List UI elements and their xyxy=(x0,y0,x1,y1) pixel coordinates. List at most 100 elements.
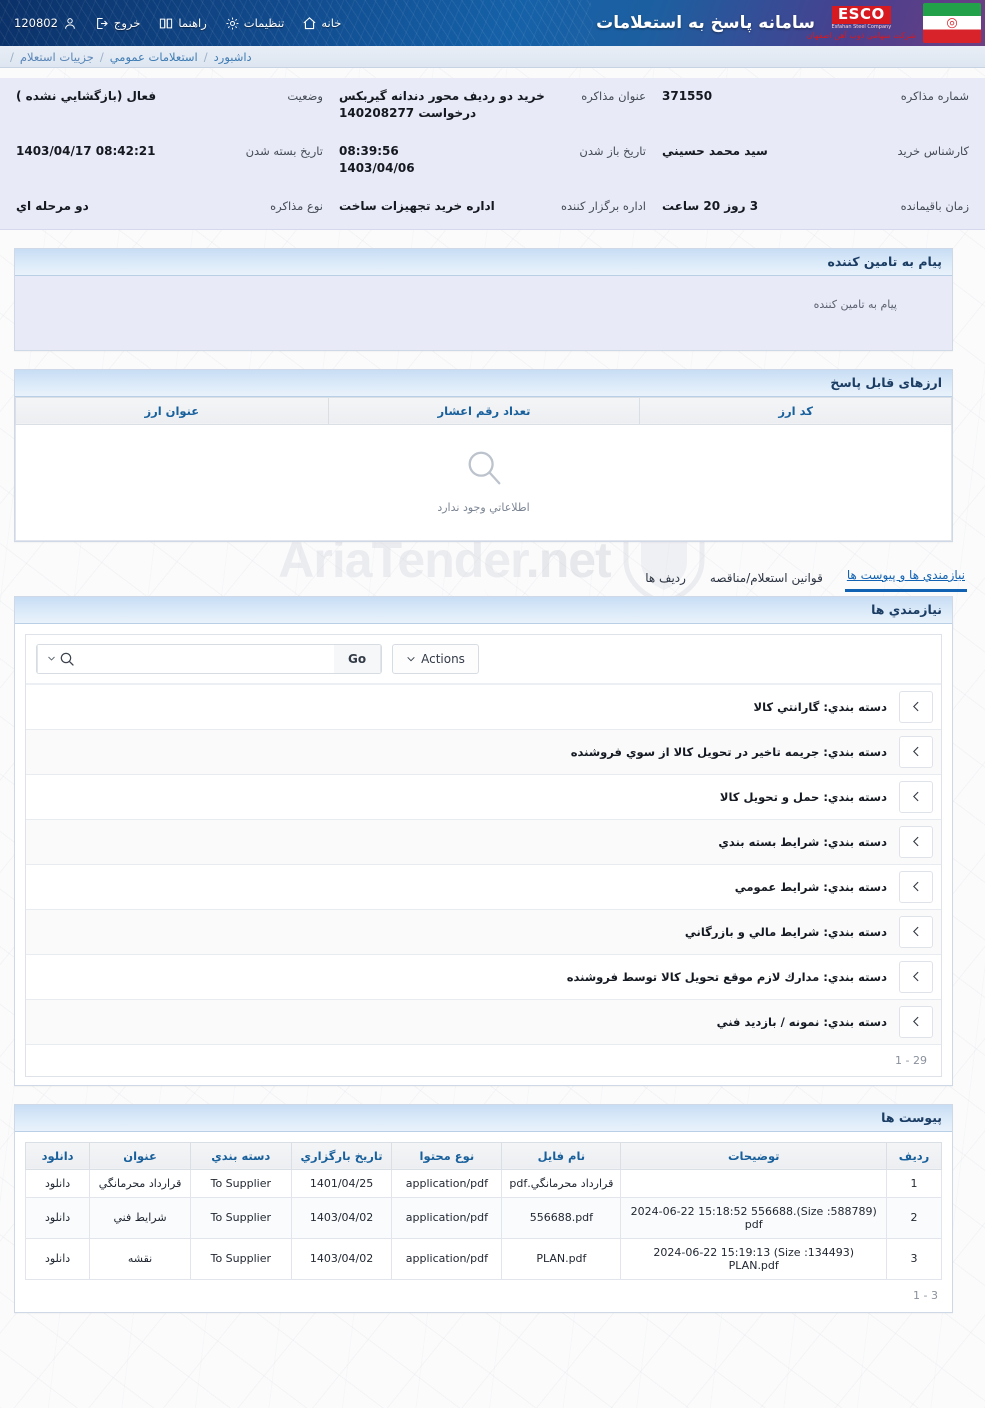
actions-button-label: Actions xyxy=(421,651,465,666)
top-navigation: خانه تنظیمات راهنما خروج 120802 xyxy=(0,0,350,46)
expand-toggle-button[interactable] xyxy=(899,960,933,993)
list-item[interactable]: دسته بندي: شرایط مالي و بازرگاني xyxy=(26,909,941,955)
search-input[interactable] xyxy=(84,644,334,673)
currencies-col-code: کد ارز xyxy=(639,396,952,425)
requirements-panel-title: نیازمندي ها xyxy=(871,602,942,618)
requirements-panel-header: نیازمندي ها xyxy=(15,596,952,624)
nav-logout-label: خروج xyxy=(113,16,141,30)
table-row: 2 2024-06-22 15:18:52 556688.(Size :5887… xyxy=(24,1196,942,1239)
app-header: ◎ ESCO Esfahan Steel Company شرکت سهامي … xyxy=(0,0,985,46)
nav-item-logout[interactable]: خروج xyxy=(85,12,149,35)
message-panel-header: پیام به تامین کننده xyxy=(15,248,952,276)
requirements-pagination: 29 - 1 xyxy=(26,1044,941,1076)
currencies-panel: ارزهای قابل پاسخ کد ارز تعداد رقم اعشار … xyxy=(14,368,953,542)
info-label: تاریخ بسته شدن xyxy=(245,143,323,158)
chevron-left-icon xyxy=(912,747,919,757)
nav-help-label: راهنما xyxy=(178,16,207,30)
list-item-label: دسته بندي: شرایط بسته بندي xyxy=(718,834,887,849)
att-cell-description: 2024-06-22 15:19:13 (Size :134493) PLAN.… xyxy=(620,1237,888,1280)
detail-tabs: نیازمندي ها و پیوست ها قوانین استعلام/من… xyxy=(14,564,971,592)
currencies-panel-title: ارزهای قابل پاسخ xyxy=(830,375,942,391)
home-icon xyxy=(303,16,316,29)
expand-toggle-button[interactable] xyxy=(899,1005,933,1038)
info-value: خرید دو ردیف محور دندانه گیربکس درخواست … xyxy=(339,89,545,121)
list-item[interactable]: دسته بندي: نمونه / بازدید فني xyxy=(26,999,941,1045)
breadcrumb-item-inquiry-details[interactable]: جزییات استعلام xyxy=(20,50,94,64)
list-item[interactable]: دسته بندي: جریمه تاخیر در تحویل کالا از … xyxy=(26,729,941,775)
requirements-toolbar: Go Actions xyxy=(26,634,941,684)
requirements-panel: نیازمندي ها Go Actions دسته بندي: گارانت… xyxy=(14,595,953,1086)
info-label: زمان باقیمانده xyxy=(900,198,969,213)
download-link[interactable]: دانلود xyxy=(24,1237,91,1280)
chevron-left-icon xyxy=(912,927,919,937)
list-item[interactable]: دسته بندي: گارانتي کالا xyxy=(26,684,941,730)
info-field-negotiation-title: عنوان مذاکره خرید دو ردیف محور دندانه گی… xyxy=(331,88,654,123)
user-badge[interactable]: 120802 xyxy=(6,12,85,35)
download-link[interactable]: دانلود xyxy=(24,1168,91,1198)
info-field-buyer-expert: کارشناس خرید سید محمد حسیني xyxy=(654,143,977,178)
list-item-label: دسته بندي: شرایط عمومي xyxy=(734,879,887,894)
attachments-panel-body: ردیف توضیحات نام فایل نوع محتوا تاریخ با… xyxy=(15,1131,952,1312)
breadcrumb-separator: / xyxy=(203,49,208,64)
att-cell-description: 2024-06-22 15:18:52 556688.(Size :588789… xyxy=(620,1196,888,1239)
chevron-left-icon xyxy=(912,882,919,892)
esco-logo-sub: Esfahan Steel Company xyxy=(831,24,892,30)
download-link[interactable]: دانلود xyxy=(24,1196,91,1239)
att-col-file-name: نام فایل xyxy=(501,1141,622,1170)
info-label: تاریخ باز شدن xyxy=(579,143,646,158)
inquiry-info-grid: شماره مذاکره 371550 عنوان مذاکره خرید دو… xyxy=(8,88,977,215)
expand-toggle-button[interactable] xyxy=(899,780,933,813)
info-value: فعال (بازگشايي نشده ) xyxy=(16,89,157,103)
tab-line-items[interactable]: ردیف ها xyxy=(643,567,688,592)
list-item-label: دسته بندي: حمل و تحویل کالا xyxy=(719,789,887,804)
nav-home-label: خانه xyxy=(321,16,342,30)
att-col-content-type: نوع محتوا xyxy=(391,1141,503,1170)
expand-toggle-button[interactable] xyxy=(899,690,933,723)
att-cell-file-name: PLAN.pdf xyxy=(501,1237,622,1280)
nav-item-settings[interactable]: تنظیمات xyxy=(216,12,294,35)
breadcrumb-item-dashboard[interactable]: داشبورد xyxy=(214,50,252,64)
tab-requirements-attachments[interactable]: نیازمندي ها و پیوست ها xyxy=(844,564,967,592)
nav-item-home[interactable]: خانه xyxy=(293,12,350,35)
go-button[interactable]: Go xyxy=(334,644,382,673)
expand-toggle-button[interactable] xyxy=(899,870,933,903)
message-panel-body: پیام به تامین کننده xyxy=(15,275,952,350)
list-item[interactable]: دسته بندي: شرایط عمومي xyxy=(26,864,941,910)
att-cell-title: نقشه xyxy=(89,1237,191,1280)
att-cell-title: شرایط فني xyxy=(89,1196,191,1239)
actions-button[interactable]: Actions xyxy=(392,643,479,674)
list-item[interactable]: دسته بندي: شرایط بسته بندي xyxy=(26,819,941,865)
currencies-table: کد ارز تعداد رقم اعشار عنوان ارز xyxy=(15,396,952,425)
inquiry-info-panel: شماره مذاکره 371550 عنوان مذاکره خرید دو… xyxy=(0,78,985,230)
chevron-left-icon xyxy=(912,837,919,847)
info-label: شماره مذاکره xyxy=(900,89,969,103)
info-value: 08:39:56 1403/04/06 xyxy=(339,143,415,176)
list-item-label: دسته بندي: جریمه تاخیر در تحویل کالا از … xyxy=(570,744,887,759)
expand-toggle-button[interactable] xyxy=(899,825,933,858)
attachments-panel-header: پیوست ها xyxy=(15,1104,952,1132)
message-panel-title: پیام به تامین کننده xyxy=(827,254,942,270)
list-item-label: دسته بندي: گارانتي کالا xyxy=(753,699,887,714)
att-cell-category: To Supplier xyxy=(189,1168,292,1198)
att-cell-file-name: قرارداد محرمانگي.pdf xyxy=(501,1168,622,1198)
search-icon-button[interactable] xyxy=(37,644,84,673)
message-to-supplier-panel: پیام به تامین کننده پیام به تامین کننده xyxy=(14,247,953,351)
iran-flag-logo: ◎ xyxy=(923,3,981,43)
nav-item-help[interactable]: راهنما xyxy=(149,12,215,35)
esco-logo-fa: شرکت سهامي ذوب آهن اصفهان xyxy=(806,31,916,40)
list-item[interactable]: دسته بندي: مدارك لازم موقع تحویل کالا تو… xyxy=(26,954,941,1000)
att-col-download: دانلود xyxy=(24,1141,91,1170)
list-item[interactable]: دسته بندي: حمل و تحویل کالا xyxy=(26,774,941,820)
logout-icon xyxy=(97,17,108,29)
tab-inquiry-rules[interactable]: قوانین استعلام/مناقصه xyxy=(708,567,825,592)
page-bottom-spacer xyxy=(0,1313,985,1349)
requirements-report: Go Actions دسته بندي: گارانتي کالا دسته … xyxy=(25,633,942,1077)
expand-toggle-button[interactable] xyxy=(899,915,933,948)
info-label: نوع مذاکره xyxy=(270,198,323,213)
att-cell-index: 1 xyxy=(886,1168,942,1198)
breadcrumb-item-public-inquiries[interactable]: استعلامات عمومي xyxy=(110,50,198,64)
expand-toggle-button[interactable] xyxy=(899,735,933,768)
currencies-empty-text: اطلاعاتي وجود ندارد xyxy=(437,500,530,514)
info-value: 1403/04/17 08:42:21 xyxy=(16,143,156,158)
esco-logo-main: ESCO xyxy=(831,6,891,24)
